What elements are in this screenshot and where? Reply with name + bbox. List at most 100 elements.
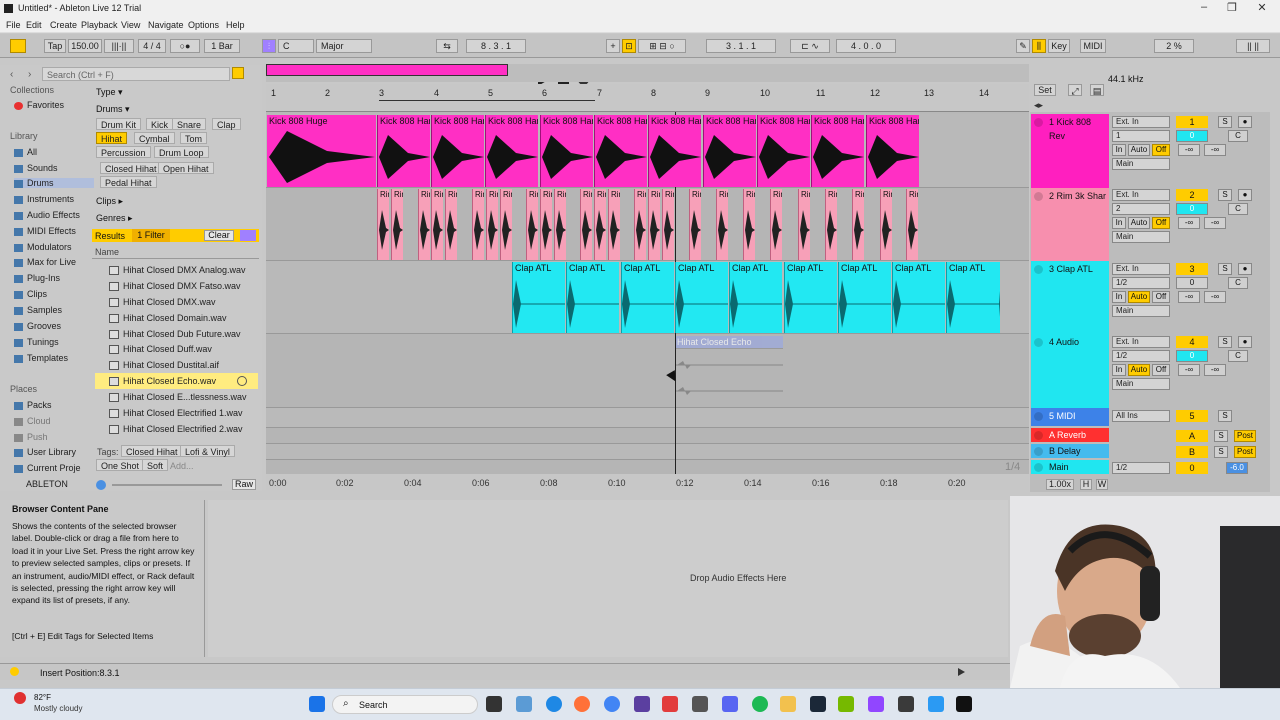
loop-brace[interactable]	[379, 100, 595, 104]
file-item[interactable]: Hihat Closed DMX Fatso.wav	[95, 278, 258, 294]
tag-clap[interactable]: Clap	[212, 118, 241, 130]
output-3[interactable]: Main	[1112, 305, 1170, 317]
tag-kick[interactable]: Kick	[146, 118, 174, 130]
clip-clap[interactable]: Clap ATL	[892, 262, 945, 333]
start-icon[interactable]	[309, 696, 325, 712]
key-map-button[interactable]: Key	[1048, 39, 1070, 53]
clip-rim[interactable]: Rim	[431, 189, 443, 260]
preview-toggle-icon[interactable]	[96, 480, 106, 490]
menu-options[interactable]: Options	[188, 20, 219, 30]
task-view-icon[interactable]	[486, 696, 502, 712]
filter-icon[interactable]	[232, 67, 244, 79]
file-item[interactable]: Hihat Closed Electrified 1.wav	[95, 405, 258, 421]
send-a-1[interactable]: -∞	[1178, 144, 1200, 156]
sidebar-item-all[interactable]: All	[14, 147, 37, 157]
tag-cymbal[interactable]: Cymbal	[134, 132, 175, 144]
input-type-2[interactable]: Ext. In	[1112, 189, 1170, 201]
menu-file[interactable]: File	[6, 20, 21, 30]
file-item[interactable]: Hihat Closed E...tlessness.wav	[95, 389, 258, 405]
copilot-icon[interactable]	[516, 696, 532, 712]
clip-clap[interactable]: Clap ATL	[675, 262, 728, 333]
input-type-1[interactable]: Ext. In	[1112, 116, 1170, 128]
sidebar-item-samples[interactable]: Samples	[14, 305, 62, 315]
sidebar-item-templates[interactable]: Templates	[14, 353, 68, 363]
menu-navigate[interactable]: Navigate	[148, 20, 184, 30]
clip-rim[interactable]: Rim	[540, 189, 552, 260]
metronome-icon[interactable]: ○●	[170, 39, 200, 53]
loop-start-field[interactable]: 3 . 1 . 1	[706, 39, 776, 53]
clip-rim[interactable]: Rim	[377, 189, 389, 260]
place-ableton[interactable]: ABLETON	[26, 479, 68, 489]
clip-clap[interactable]: Clap ATL	[729, 262, 782, 333]
monitor-in-1[interactable]: In	[1112, 144, 1126, 156]
send-a-2[interactable]: -∞	[1178, 217, 1200, 229]
clip-kick[interactable]: Kick 808 Har	[431, 115, 484, 187]
return-activator-b[interactable]: B	[1176, 446, 1208, 458]
overview-window[interactable]	[266, 64, 508, 76]
tap-button[interactable]: Tap	[44, 39, 66, 53]
tag-drum-loop[interactable]: Drum Loop	[154, 146, 209, 158]
sidebar-item-midi-effects[interactable]: MIDI Effects	[14, 226, 76, 236]
volume-2[interactable]: 0	[1176, 203, 1208, 215]
clip-rim[interactable]: Rim	[608, 189, 620, 260]
menu-playback[interactable]: Playback	[81, 20, 118, 30]
firefox-icon[interactable]	[574, 696, 590, 712]
monitor-off-4[interactable]: Off	[1152, 364, 1170, 376]
solo-button-2[interactable]: S	[1218, 189, 1232, 201]
return-post-a[interactable]: Post	[1234, 430, 1256, 442]
file-explorer-icon[interactable]	[780, 696, 796, 712]
quantize-select[interactable]: 1 Bar	[204, 39, 240, 53]
arm-icon-2[interactable]: ●	[1238, 189, 1252, 201]
pan-4[interactable]: C	[1228, 350, 1248, 362]
browser-toggle-icon[interactable]	[10, 39, 26, 53]
sidebar-item-instruments[interactable]: Instruments	[14, 194, 74, 204]
track-name-2[interactable]: 2 Rim 3k Shar	[1031, 189, 1109, 203]
monitor-auto-2[interactable]: Auto	[1128, 217, 1150, 229]
app-icon-gray[interactable]	[898, 696, 914, 712]
send-a-4[interactable]: -∞	[1178, 364, 1200, 376]
file-item[interactable]: Hihat Closed Duff.wav	[95, 341, 258, 357]
file-item[interactable]: Hihat Closed DMX Analog.wav	[95, 262, 258, 278]
clip-kick[interactable]: Kick 808 Har	[377, 115, 430, 187]
track-lane-a[interactable]	[266, 428, 1029, 444]
clip-kick[interactable]: Kick 808 Har	[648, 115, 701, 187]
clip-rim[interactable]: Rim	[798, 189, 810, 260]
track-activator-4[interactable]: 4	[1176, 336, 1208, 348]
nav-arrows-icon[interactable]: ◂▸	[1034, 100, 1043, 111]
chrome-icon[interactable]	[604, 696, 620, 712]
output-2[interactable]: Main	[1112, 231, 1170, 243]
loop-switch-icon[interactable]: ⊏ ∿	[790, 39, 830, 53]
clip-rim[interactable]: Rim	[770, 189, 782, 260]
filter-view-icon[interactable]	[240, 230, 256, 241]
send-b-1[interactable]: -∞	[1204, 144, 1226, 156]
place-packs[interactable]: Packs	[14, 400, 52, 410]
monitor-off-2[interactable]: Off	[1152, 217, 1170, 229]
main-output-channel[interactable]: 1/2	[1112, 462, 1170, 474]
filter-clips[interactable]: Clips ▸	[96, 196, 123, 207]
track-activator-3[interactable]: 3	[1176, 263, 1208, 275]
monitor-auto-3[interactable]: Auto	[1128, 291, 1150, 303]
monitor-in-2[interactable]: In	[1112, 217, 1126, 229]
preview-icon[interactable]	[237, 376, 247, 386]
pan-3[interactable]: C	[1228, 277, 1248, 289]
input-channel-2[interactable]: 2	[1112, 203, 1170, 215]
clip-rim[interactable]: Rim	[689, 189, 701, 260]
filter-genres[interactable]: Genres ▸	[96, 213, 133, 224]
name-column-header[interactable]: Name	[95, 247, 119, 257]
file-item[interactable]: Hihat Closed Dustital.aif	[95, 357, 258, 373]
steam-icon[interactable]	[810, 696, 826, 712]
clip-rim[interactable]: Rim	[634, 189, 646, 260]
search-input[interactable]: Search (Ctrl + F)	[42, 67, 230, 81]
arrangement-position[interactable]: 8 . 3 . 1	[466, 39, 526, 53]
clip-rim[interactable]: Rim	[580, 189, 592, 260]
monitor-in-3[interactable]: In	[1112, 291, 1126, 303]
clip-clap[interactable]: Clap ATL	[784, 262, 837, 333]
loop-length-field[interactable]: 4 . 0 . 0	[836, 39, 896, 53]
clip-rim[interactable]: Rim	[526, 189, 538, 260]
input-type-4[interactable]: Ext. In	[1112, 336, 1170, 348]
sidebar-item-tunings[interactable]: Tunings	[14, 337, 59, 347]
tempo-field[interactable]: 150.00	[68, 39, 102, 53]
tag-lofi-vinyl[interactable]: Lofi & Vinyl	[180, 445, 235, 457]
tag-hihat[interactable]: Hihat	[96, 132, 128, 144]
send-a-3[interactable]: -∞	[1178, 291, 1200, 303]
